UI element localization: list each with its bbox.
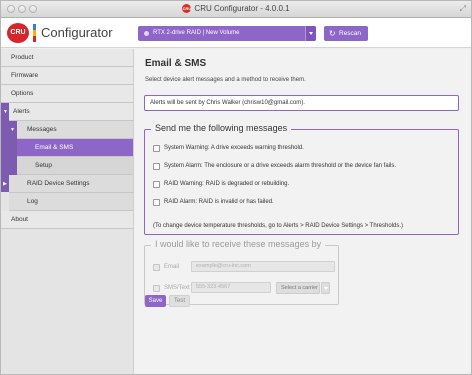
sms-label: SMS/Text bbox=[164, 285, 190, 291]
sidebar-item-log[interactable]: Log bbox=[9, 193, 133, 211]
email-label: Email bbox=[164, 264, 180, 270]
sidebar-item-setup[interactable]: Setup bbox=[17, 157, 133, 175]
logo-badge: CRU bbox=[7, 23, 29, 43]
sidebar-item-raid-device-settings[interactable]: ▶ RAID Device Settings bbox=[3, 175, 133, 193]
messages-legend: Send me the following messages bbox=[151, 123, 292, 133]
delivery-legend: I would like to receive these messages b… bbox=[151, 239, 326, 249]
sidebar-item-product[interactable]: Product bbox=[1, 49, 133, 67]
sender-info-box: Alerts will be sent by Chris Walker (chr… bbox=[144, 95, 459, 111]
email-input[interactable]: example@cru-inc.com bbox=[191, 261, 335, 272]
sms-checkbox[interactable] bbox=[153, 285, 160, 292]
device-status-icon bbox=[144, 31, 149, 36]
raid-alarm-label: RAID Alarm: RAID is invalid or has faile… bbox=[164, 199, 274, 205]
main-content: Email & SMS Select device alert messages… bbox=[135, 49, 471, 374]
thresholds-note: (To change device temperature thresholds… bbox=[153, 223, 404, 229]
system-warning-label: System Warning: A drive exceeds warning … bbox=[164, 145, 304, 151]
app-header: CRU Configurator RTX 2-drive RAID | New … bbox=[1, 18, 471, 48]
system-alarm-label: System Alarm: The enclosure or a drive e… bbox=[164, 163, 396, 169]
logo-color-bar bbox=[33, 24, 36, 42]
device-select-label: RTX 2-drive RAID | New Volume bbox=[153, 30, 240, 36]
sidebar-item-email-sms[interactable]: Email & SMS bbox=[17, 139, 133, 157]
chevron-down-icon[interactable] bbox=[321, 282, 330, 294]
caret-right-icon: ▶ bbox=[3, 181, 7, 187]
cru-logo: CRU Configurator bbox=[5, 22, 130, 44]
save-button[interactable]: Save bbox=[145, 295, 166, 307]
cru-app-icon: CRU bbox=[182, 4, 192, 14]
page-subtitle: Select device alert messages and a metho… bbox=[145, 77, 306, 83]
system-alarm-checkbox[interactable] bbox=[153, 163, 160, 170]
sidebar-item-firmware[interactable]: Firmware bbox=[1, 67, 133, 85]
logo-text: Configurator bbox=[41, 25, 113, 40]
sidebar-item-options[interactable]: Options bbox=[1, 85, 133, 103]
raid-alarm-checkbox[interactable] bbox=[153, 199, 160, 206]
page-title: Email & SMS bbox=[145, 58, 207, 69]
app-window: CRU CRU Configurator - 4.0.0.1 ⤢ CRU Conf… bbox=[0, 0, 472, 375]
raid-warning-label: RAID Warning: RAID is degraded or rebuil… bbox=[164, 181, 290, 187]
test-button[interactable]: Test bbox=[169, 295, 190, 307]
sidebar-item-about[interactable]: About bbox=[1, 211, 133, 229]
rescan-button[interactable]: ↻ Rescan bbox=[324, 26, 368, 41]
window-title-group: CRU CRU Configurator - 4.0.0.1 bbox=[1, 4, 471, 14]
fullscreen-icon[interactable]: ⤢ bbox=[460, 4, 466, 14]
messages-fieldset: Send me the following messages System Wa… bbox=[144, 123, 459, 235]
chevron-down-icon[interactable] bbox=[305, 26, 316, 41]
refresh-icon: ↻ bbox=[329, 29, 336, 38]
window-title: CRU Configurator - 4.0.0.1 bbox=[194, 4, 290, 13]
carrier-select[interactable]: Select a carrier bbox=[276, 282, 320, 294]
device-select[interactable]: RTX 2-drive RAID | New Volume bbox=[138, 26, 316, 41]
caret-down-icon: ▼ bbox=[10, 127, 15, 133]
email-checkbox[interactable] bbox=[153, 264, 160, 271]
sidebar-item-alerts[interactable]: ▼ Alerts bbox=[3, 103, 133, 121]
sms-input[interactable]: 555-323-4567 bbox=[191, 282, 271, 293]
sidebar: Product Firmware Options ▼ Alerts ▼ Mess… bbox=[1, 49, 134, 374]
sidebar-item-messages[interactable]: ▼ Messages bbox=[10, 121, 133, 139]
raid-warning-checkbox[interactable] bbox=[153, 181, 160, 188]
system-warning-checkbox[interactable] bbox=[153, 145, 160, 152]
title-bar: CRU CRU Configurator - 4.0.0.1 ⤢ bbox=[1, 1, 471, 18]
caret-down-icon: ▼ bbox=[3, 109, 8, 115]
rescan-label: Rescan bbox=[339, 30, 362, 37]
